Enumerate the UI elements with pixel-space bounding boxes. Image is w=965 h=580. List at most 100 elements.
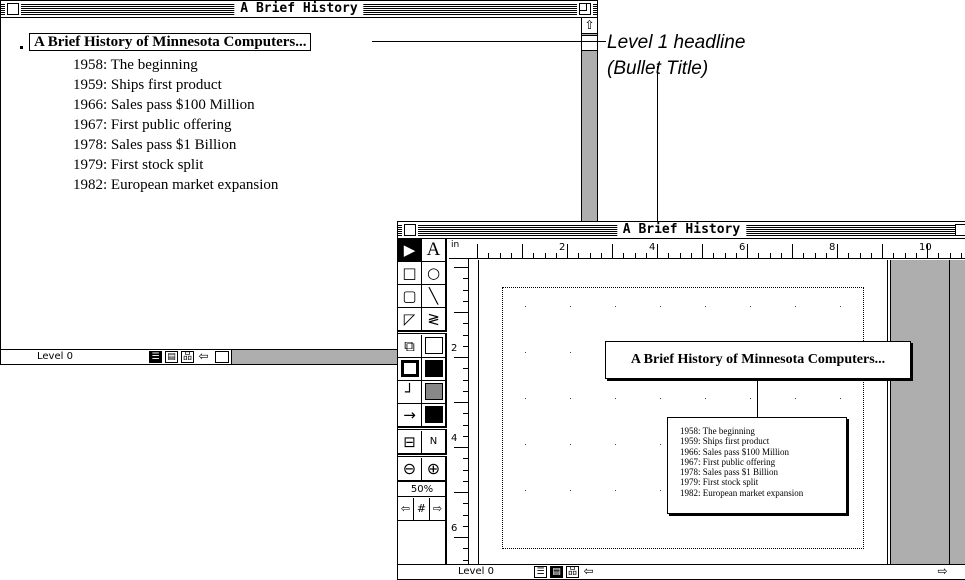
page-gap bbox=[890, 260, 950, 564]
outline-item[interactable]: 1959: Ships first product bbox=[73, 75, 278, 95]
scroll-left-arrow-icon[interactable]: ⇦ bbox=[582, 565, 595, 578]
text-tool-icon[interactable]: A bbox=[422, 239, 446, 262]
ruler-tick bbox=[848, 253, 850, 258]
line-spacing-icon[interactable]: N bbox=[422, 431, 446, 454]
ruler-tick bbox=[870, 253, 872, 258]
grid-dot bbox=[525, 306, 526, 307]
border-style-icon[interactable] bbox=[398, 358, 422, 381]
grid-dot bbox=[615, 444, 616, 445]
line-color-swatch[interactable] bbox=[422, 404, 446, 427]
fill-none-swatch[interactable] bbox=[422, 335, 446, 358]
ruler-tick bbox=[454, 537, 468, 538]
grid-dot bbox=[570, 490, 571, 491]
thick-border-icon bbox=[401, 360, 419, 377]
border-color-swatch[interactable] bbox=[422, 358, 446, 381]
freehand-tool-icon[interactable]: ≷ bbox=[422, 308, 446, 331]
ruler-tick bbox=[904, 253, 906, 258]
ruler-tick bbox=[803, 253, 805, 258]
ruler-tick bbox=[463, 379, 468, 381]
grid-dot bbox=[840, 306, 841, 307]
ruler-tick bbox=[713, 253, 715, 258]
outline-item[interactable]: 1978: Sales pass $1 Billion bbox=[73, 135, 278, 155]
fill-pattern-icon[interactable]: ⧉ bbox=[398, 335, 422, 358]
chart-item: 1978: Sales pass $1 Billion bbox=[680, 467, 779, 478]
chart-item: 1958: The beginning bbox=[680, 426, 755, 436]
chart-level-indicator[interactable]: Level 0 bbox=[458, 565, 494, 579]
ruler-tick bbox=[555, 253, 557, 258]
ruler-tick bbox=[463, 300, 468, 302]
ruler-tick bbox=[657, 244, 658, 258]
arrow-tool-icon[interactable]: ▶ bbox=[398, 239, 422, 262]
rectangle-tool-icon[interactable]: □ bbox=[398, 262, 422, 285]
ruler-number: 2 bbox=[559, 242, 566, 253]
scroll-thumb[interactable] bbox=[582, 35, 597, 51]
ruler-tick bbox=[567, 244, 568, 258]
shadow-color-swatch[interactable] bbox=[422, 381, 446, 404]
scroll-left-arrow-icon[interactable]: ⇦ bbox=[197, 350, 210, 363]
scroll-right-arrow-icon[interactable]: ⇨ bbox=[936, 565, 949, 578]
ruler-tick bbox=[893, 253, 895, 258]
scroll-up-arrow-icon[interactable]: ⇧ bbox=[582, 18, 597, 34]
outline-headline[interactable]: A Brief History of Minnesota Computers..… bbox=[29, 33, 312, 51]
outline-item[interactable]: 1958: The beginning bbox=[73, 55, 278, 75]
ruler-tick bbox=[690, 253, 692, 258]
grid-dot bbox=[840, 398, 841, 399]
grid-dot bbox=[660, 490, 661, 491]
ruler-tick bbox=[668, 253, 670, 258]
document-view-icon[interactable]: ▤ bbox=[165, 351, 178, 363]
line-arrow-icon[interactable]: → bbox=[398, 404, 422, 427]
chart-item: 1979: First stock split bbox=[680, 477, 759, 488]
chart-canvas[interactable]: A Brief History of Minnesota Computers..… bbox=[470, 260, 965, 564]
ruler-number: 4 bbox=[451, 433, 458, 444]
grid-dot bbox=[750, 398, 751, 399]
outline-level-indicator[interactable]: Level 0 bbox=[37, 350, 73, 364]
ruler-tick bbox=[600, 253, 602, 258]
grid-dot bbox=[525, 490, 526, 491]
chart-item: 1982: European market expansion bbox=[680, 487, 804, 498]
white-swatch-icon bbox=[425, 337, 443, 354]
palette-divider bbox=[398, 331, 447, 334]
ruler-tick bbox=[645, 253, 647, 258]
zoom-out-icon[interactable]: ⊖ bbox=[398, 458, 422, 481]
close-box-icon[interactable] bbox=[7, 3, 19, 15]
chart-headline-box[interactable]: A Brief History of Minnesota Computers..… bbox=[605, 341, 911, 379]
line-tool-icon[interactable]: ╲ bbox=[422, 285, 446, 308]
layout-icon[interactable]: ⊟ bbox=[398, 431, 422, 454]
ruler-tick bbox=[634, 253, 636, 258]
rounded-rectangle-tool-icon[interactable]: ▢ bbox=[398, 285, 422, 308]
ruler-tick bbox=[488, 253, 490, 258]
ruler-tick bbox=[510, 253, 512, 258]
outline-item[interactable]: 1967: First public offering bbox=[73, 115, 278, 135]
outline-titlebar[interactable]: A Brief History bbox=[1, 1, 597, 18]
outline-view-icon[interactable]: ☰ bbox=[149, 351, 162, 363]
chart-items-box[interactable]: 1958: The beginning 1959: Ships first pr… bbox=[667, 417, 847, 514]
nav-left-icon[interactable]: ⇦ bbox=[398, 498, 414, 521]
horizontal-scroll-thumb[interactable] bbox=[215, 351, 229, 363]
nav-right-icon[interactable]: ⇨ bbox=[430, 498, 446, 521]
zoom-box-icon[interactable] bbox=[579, 3, 591, 15]
outline-item[interactable]: 1982: European market expansion bbox=[73, 175, 278, 195]
ruler-tick bbox=[454, 267, 468, 268]
ruler-number: 2 bbox=[451, 343, 458, 354]
oval-tool-icon[interactable]: ○ bbox=[422, 262, 446, 285]
grid-dot bbox=[660, 398, 661, 399]
ruler-tick bbox=[463, 469, 468, 471]
zoom-box-icon[interactable] bbox=[955, 224, 965, 236]
chart-view-icon[interactable]: 品 bbox=[566, 566, 579, 578]
chart-view-icon[interactable]: 品 bbox=[181, 351, 194, 363]
chart-item: 1967: First public offering bbox=[680, 456, 776, 467]
ruler-tick bbox=[578, 253, 580, 258]
ruler-tick bbox=[454, 357, 468, 358]
outline-view-icon[interactable]: ☰ bbox=[534, 566, 547, 578]
ruler-tick bbox=[463, 334, 468, 336]
grid-icon[interactable]: # bbox=[414, 498, 430, 521]
grid-dot bbox=[570, 398, 571, 399]
zoom-in-icon[interactable]: ⊕ bbox=[422, 458, 446, 481]
shadow-style-icon[interactable]: ┘ bbox=[398, 381, 422, 404]
outline-item[interactable]: 1979: First stock split bbox=[73, 155, 278, 175]
document-view-icon[interactable]: ▤ bbox=[550, 566, 563, 578]
polygon-tool-icon[interactable]: ◸ bbox=[398, 308, 422, 331]
chart-titlebar[interactable]: A Brief History bbox=[398, 222, 965, 239]
close-box-icon[interactable] bbox=[404, 224, 416, 236]
outline-item[interactable]: 1966: Sales pass $100 Million bbox=[73, 95, 278, 115]
